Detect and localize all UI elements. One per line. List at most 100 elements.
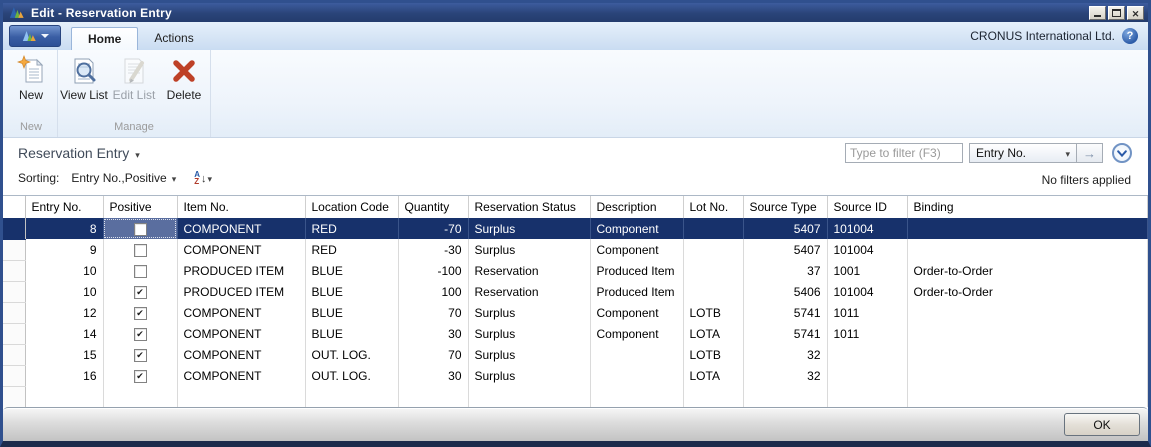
delete-button[interactable]: Delete (160, 52, 208, 118)
column-header-source-id[interactable]: Source ID (827, 196, 907, 218)
checkbox-unchecked-icon[interactable] (134, 244, 147, 257)
row-selector[interactable] (3, 323, 25, 344)
cell-location_code[interactable]: BLUE (305, 260, 398, 281)
cell-description[interactable] (590, 365, 683, 386)
cell-location_code[interactable]: OUT. LOG. (305, 365, 398, 386)
close-button[interactable] (1127, 6, 1144, 20)
cell-binding[interactable] (907, 239, 1148, 260)
page-title[interactable]: Reservation Entry (18, 145, 140, 161)
column-header-lot-no[interactable]: Lot No. (683, 196, 743, 218)
column-header-binding[interactable]: Binding (907, 196, 1148, 218)
table-row[interactable]: 8COMPONENTRED-70SurplusComponent54071010… (3, 218, 1148, 239)
checkbox-unchecked-icon[interactable] (134, 265, 147, 278)
sorting-dropdown[interactable]: Entry No.,Positive (71, 171, 176, 185)
cell-source_type[interactable]: 5407 (743, 218, 827, 239)
cell-description[interactable]: Produced Item (590, 260, 683, 281)
row-selector[interactable] (3, 281, 25, 302)
view-list-button[interactable]: View List (60, 52, 108, 118)
cell-description[interactable]: Component (590, 218, 683, 239)
cell-item_no[interactable]: COMPONENT (177, 323, 305, 344)
cell-description[interactable]: Component (590, 323, 683, 344)
cell-source_id[interactable]: 101004 (827, 218, 907, 239)
cell-location_code[interactable]: BLUE (305, 302, 398, 323)
application-menu-button[interactable] (9, 25, 61, 47)
maximize-button[interactable] (1108, 6, 1125, 20)
cell-location_code[interactable]: RED (305, 239, 398, 260)
cell-lot_no[interactable] (683, 239, 743, 260)
help-icon[interactable]: ? (1122, 28, 1138, 44)
cell-binding[interactable] (907, 323, 1148, 344)
cell-source_id[interactable] (827, 344, 907, 365)
row-selector[interactable] (3, 218, 25, 239)
table-row[interactable]: 12COMPONENTBLUE70SurplusComponentLOTB574… (3, 302, 1148, 323)
cell-item_no[interactable]: COMPONENT (177, 302, 305, 323)
column-header-positive[interactable]: Positive (103, 196, 177, 218)
cell-source_type[interactable]: 5741 (743, 323, 827, 344)
cell-lot_no[interactable] (683, 218, 743, 239)
cell-reservation_status[interactable]: Reservation (468, 281, 590, 302)
cell-item_no[interactable]: COMPONENT (177, 344, 305, 365)
checkbox-checked-icon[interactable] (134, 286, 147, 299)
cell-source_id[interactable]: 1011 (827, 302, 907, 323)
cell-source_id[interactable]: 101004 (827, 281, 907, 302)
cell-binding[interactable] (907, 302, 1148, 323)
column-header-quantity[interactable]: Quantity (398, 196, 468, 218)
cell-positive[interactable] (103, 344, 177, 365)
ok-button[interactable]: OK (1064, 413, 1140, 436)
cell-quantity[interactable]: -70 (398, 218, 468, 239)
column-header-location-code[interactable]: Location Code (305, 196, 398, 218)
cell-lot_no[interactable]: LOTB (683, 302, 743, 323)
cell-lot_no[interactable]: LOTA (683, 365, 743, 386)
checkbox-unchecked-icon[interactable] (134, 223, 147, 236)
cell-source_type[interactable]: 5741 (743, 302, 827, 323)
cell-item_no[interactable]: COMPONENT (177, 218, 305, 239)
column-header-description[interactable]: Description (590, 196, 683, 218)
cell-item_no[interactable]: PRODUCED ITEM (177, 260, 305, 281)
column-header-item-no[interactable]: Item No. (177, 196, 305, 218)
cell-source_type[interactable]: 32 (743, 365, 827, 386)
cell-lot_no[interactable] (683, 260, 743, 281)
cell-binding[interactable]: Order-to-Order (907, 260, 1148, 281)
cell-quantity[interactable]: -100 (398, 260, 468, 281)
row-selector[interactable] (3, 260, 25, 281)
expand-filter-pane-button[interactable] (1112, 143, 1132, 163)
cell-source_id[interactable] (827, 365, 907, 386)
cell-reservation_status[interactable]: Surplus (468, 365, 590, 386)
cell-location_code[interactable]: OUT. LOG. (305, 344, 398, 365)
tab-actions[interactable]: Actions (138, 27, 209, 50)
tab-home[interactable]: Home (71, 27, 138, 50)
cell-reservation_status[interactable]: Surplus (468, 323, 590, 344)
cell-source_type[interactable]: 5407 (743, 239, 827, 260)
cell-source_type[interactable]: 32 (743, 344, 827, 365)
cell-entry_no[interactable]: 14 (25, 323, 103, 344)
table-row[interactable]: 14COMPONENTBLUE30SurplusComponentLOTA574… (3, 323, 1148, 344)
cell-positive[interactable] (103, 323, 177, 344)
apply-filter-button[interactable] (1077, 143, 1103, 163)
cell-binding[interactable] (907, 218, 1148, 239)
cell-item_no[interactable]: COMPONENT (177, 239, 305, 260)
cell-entry_no[interactable]: 9 (25, 239, 103, 260)
cell-description[interactable]: Produced Item (590, 281, 683, 302)
table-row[interactable]: 9COMPONENTRED-30SurplusComponent54071010… (3, 239, 1148, 260)
cell-lot_no[interactable] (683, 281, 743, 302)
cell-source_id[interactable]: 101004 (827, 239, 907, 260)
cell-quantity[interactable]: 100 (398, 281, 468, 302)
table-row[interactable]: 16COMPONENTOUT. LOG.30SurplusLOTA32 (3, 365, 1148, 386)
cell-positive[interactable] (103, 260, 177, 281)
cell-source_id[interactable]: 1001 (827, 260, 907, 281)
table-row[interactable]: 10PRODUCED ITEMBLUE-100ReservationProduc… (3, 260, 1148, 281)
cell-quantity[interactable]: 30 (398, 323, 468, 344)
cell-reservation_status[interactable]: Surplus (468, 344, 590, 365)
cell-entry_no[interactable]: 10 (25, 260, 103, 281)
cell-positive[interactable] (103, 281, 177, 302)
row-selector[interactable] (3, 239, 25, 260)
column-header-reservation-status[interactable]: Reservation Status (468, 196, 590, 218)
column-header-source-type[interactable]: Source Type (743, 196, 827, 218)
filter-field-dropdown[interactable]: Entry No. (969, 143, 1077, 163)
checkbox-checked-icon[interactable] (134, 328, 147, 341)
cell-quantity[interactable]: 30 (398, 365, 468, 386)
cell-item_no[interactable]: PRODUCED ITEM (177, 281, 305, 302)
cell-entry_no[interactable]: 8 (25, 218, 103, 239)
cell-binding[interactable]: Order-to-Order (907, 281, 1148, 302)
cell-entry_no[interactable]: 12 (25, 302, 103, 323)
